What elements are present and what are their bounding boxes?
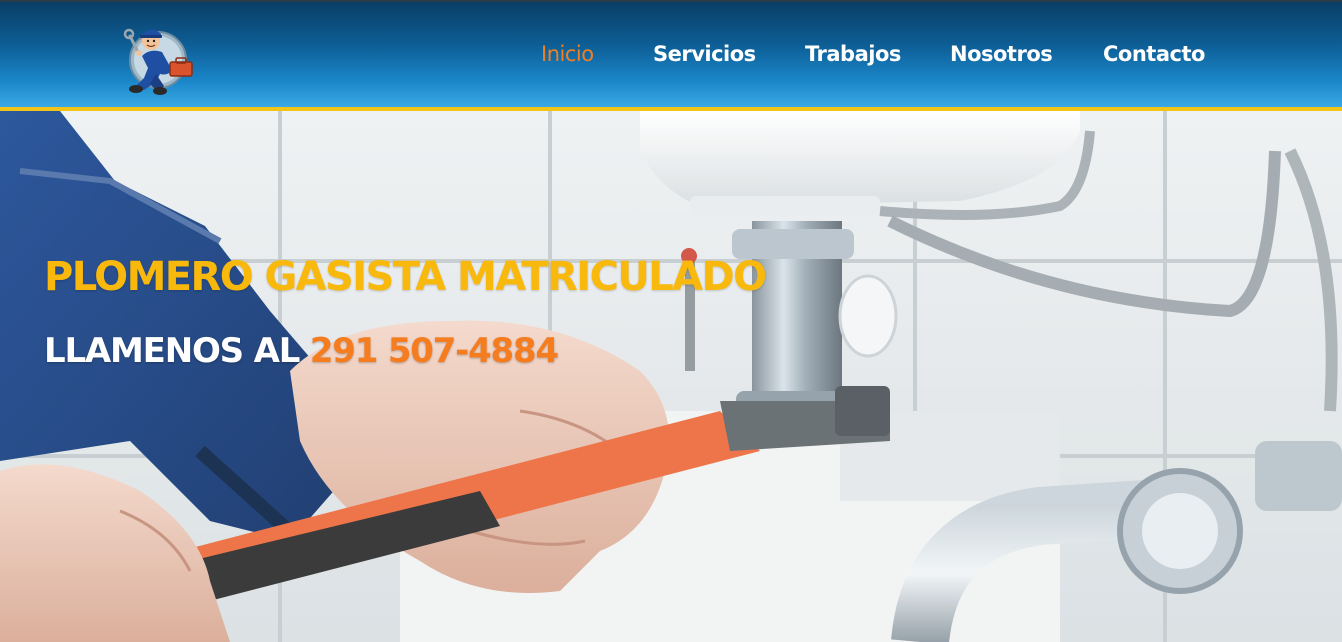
phone-label: LLAMENOS AL [44, 331, 310, 371]
hero-banner: PLOMERO GASISTA MATRICULADO LLAMENOS AL … [0, 111, 1342, 642]
site-header: Inicio Servicios Trabajos Nosotros Conta… [0, 0, 1342, 107]
phone-number-link[interactable]: 291 507-4884 [310, 331, 559, 371]
header-accent-stripe [0, 107, 1342, 111]
hero-phone-line: LLAMENOS AL 291 507-4884 [44, 330, 559, 372]
main-nav: Inicio Servicios Trabajos Nosotros Conta… [0, 42, 1342, 72]
nav-item-contacto[interactable]: Contacto [1103, 42, 1205, 66]
hero-title: PLOMERO GASISTA MATRICULADO [44, 254, 767, 300]
page: Inicio Servicios Trabajos Nosotros Conta… [0, 0, 1342, 642]
nav-item-inicio[interactable]: Inicio [541, 42, 594, 66]
wrench-on-sink-pipe-image [0, 111, 1342, 642]
nav-item-nosotros[interactable]: Nosotros [950, 42, 1053, 66]
nav-item-trabajos[interactable]: Trabajos [805, 42, 901, 66]
nav-item-servicios[interactable]: Servicios [653, 42, 756, 66]
